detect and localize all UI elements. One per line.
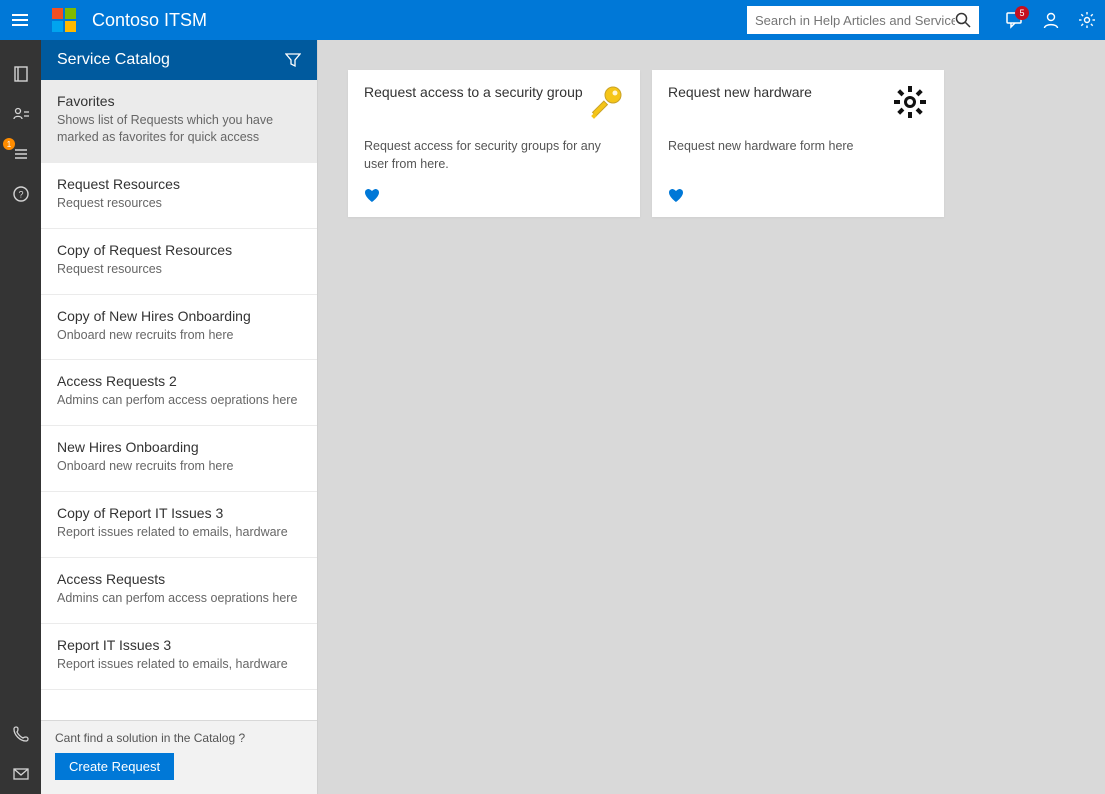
app-title: Contoso ITSM [92, 10, 207, 31]
left-rail: 1 ? [0, 40, 41, 794]
key-icon [588, 84, 624, 120]
hamburger-button[interactable] [0, 0, 40, 40]
favorite-heart-icon[interactable] [668, 188, 928, 207]
category-desc: Onboard new recruits from here [57, 327, 301, 344]
search-icon [955, 12, 971, 28]
service-card[interactable]: Request new hardware Request new hardware… [652, 70, 944, 217]
category-item[interactable]: Access Requests 2 Admins can perfom acces… [41, 360, 317, 426]
category-item[interactable]: New Hires Onboarding Onboard new recruits… [41, 426, 317, 492]
category-desc: Admins can perfom access oeprations here [57, 590, 301, 607]
rail-list-badge: 1 [3, 138, 15, 150]
category-item[interactable]: Copy of Report IT Issues 3 Report issues … [41, 492, 317, 558]
sidebar-title: Service Catalog [57, 51, 170, 69]
rail-phone-button[interactable] [0, 714, 41, 754]
category-desc: Report issues related to emails, hardwar… [57, 524, 301, 541]
category-item[interactable]: Report IT Issues 3 Report issues related … [41, 624, 317, 690]
category-item[interactable]: Access Requests Admins can perfom access … [41, 558, 317, 624]
category-item[interactable]: Copy of New Hires Onboarding Onboard new … [41, 295, 317, 361]
card-desc: Request access for security groups for a… [364, 138, 624, 188]
mail-icon [12, 765, 30, 783]
rail-list-button[interactable]: 1 [0, 134, 41, 174]
category-title: Favorites [57, 93, 301, 109]
sidebar: Service Catalog Favorites Shows list of R… [41, 40, 318, 794]
notification-button[interactable]: 5 [997, 0, 1033, 40]
category-desc: Request resources [57, 195, 301, 212]
category-title: Copy of New Hires Onboarding [57, 308, 301, 324]
sidebar-header: Service Catalog [41, 40, 317, 80]
list-icon [12, 145, 30, 163]
help-icon: ? [12, 185, 30, 203]
category-title: Copy of Request Resources [57, 242, 301, 258]
filter-icon[interactable] [285, 52, 301, 68]
category-list: Favorites Shows list of Requests which yo… [41, 80, 317, 720]
create-request-button[interactable]: Create Request [55, 753, 174, 780]
category-item[interactable]: Copy of Request Resources Request resourc… [41, 229, 317, 295]
category-title: Access Requests 2 [57, 373, 301, 389]
rail-help-button[interactable]: ? [0, 174, 41, 214]
rail-mail-button[interactable] [0, 754, 41, 794]
svg-text:?: ? [18, 190, 23, 200]
category-desc: Admins can perfom access oeprations here [57, 392, 301, 409]
category-title: New Hires Onboarding [57, 439, 301, 455]
user-icon [1042, 11, 1060, 29]
category-title: Access Requests [57, 571, 301, 587]
sidebar-footer: Cant find a solution in the Catalog ? Cr… [41, 720, 317, 794]
book-icon [12, 65, 30, 83]
rail-people-button[interactable] [0, 94, 41, 134]
category-item[interactable]: Request Resources Request resources [41, 163, 317, 229]
card-title: Request new hardware [668, 84, 812, 100]
gear-icon [1078, 11, 1096, 29]
people-icon [12, 105, 30, 123]
settings-button[interactable] [1069, 0, 1105, 40]
category-title: Request Resources [57, 176, 301, 192]
favorite-heart-icon[interactable] [364, 188, 624, 207]
search-box[interactable] [747, 6, 979, 34]
category-item[interactable]: Favorites Shows list of Requests which yo… [41, 80, 317, 163]
category-desc: Shows list of Requests which you have ma… [57, 112, 301, 146]
category-desc: Onboard new recruits from here [57, 458, 301, 475]
search-input[interactable] [755, 13, 955, 28]
phone-icon [12, 725, 30, 743]
microsoft-logo-icon [52, 8, 76, 32]
main-content: Request access to a security group Reques… [318, 40, 1105, 794]
card-desc: Request new hardware form here [668, 138, 928, 188]
service-card[interactable]: Request access to a security group Reques… [348, 70, 640, 217]
card-title: Request access to a security group [364, 84, 583, 100]
footer-question: Cant find a solution in the Catalog ? [55, 731, 303, 745]
category-title: Report IT Issues 3 [57, 637, 301, 653]
category-title: Copy of Report IT Issues 3 [57, 505, 301, 521]
user-account-button[interactable] [1033, 0, 1069, 40]
app-header: Contoso ITSM 5 [0, 0, 1105, 40]
category-desc: Report issues related to emails, hardwar… [57, 656, 301, 673]
category-desc: Request resources [57, 261, 301, 278]
gear-icon [892, 84, 928, 120]
notification-badge: 5 [1015, 6, 1029, 20]
rail-catalog-button[interactable] [0, 54, 41, 94]
